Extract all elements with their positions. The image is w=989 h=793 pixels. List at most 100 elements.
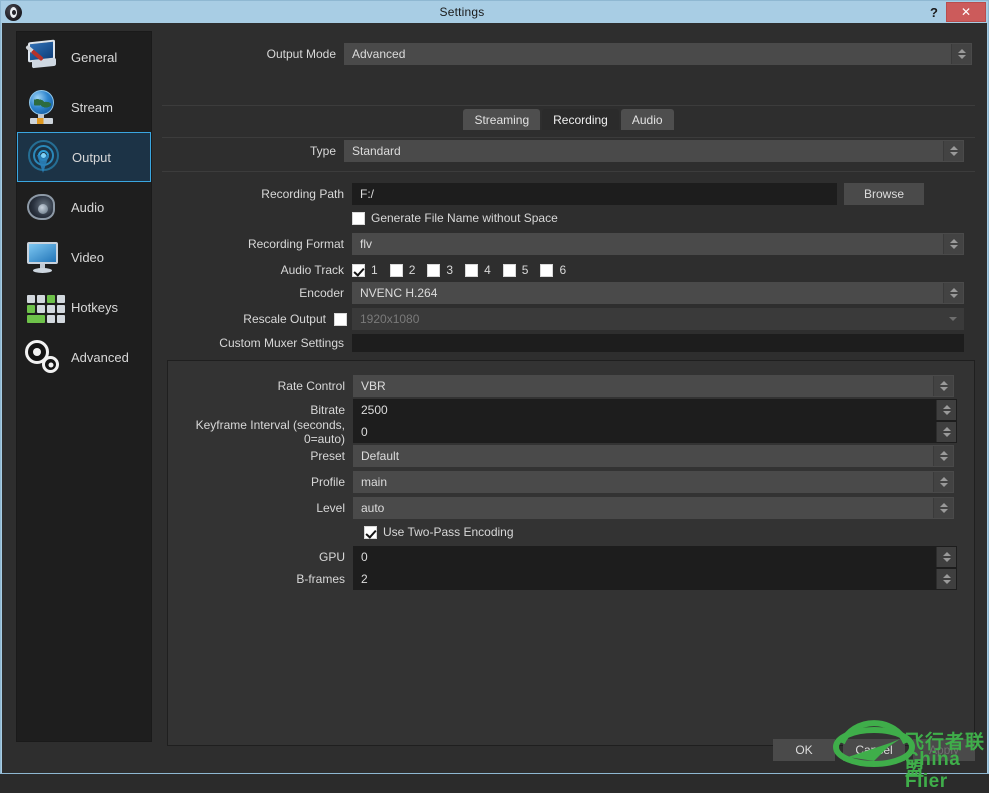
ok-button[interactable]: OK [773, 739, 835, 761]
apply-button: Apply [913, 739, 975, 761]
audio-track-3-checkbox[interactable] [427, 264, 440, 277]
divider [162, 171, 975, 172]
tab-streaming[interactable]: Streaming [463, 109, 540, 130]
profile-value: main [354, 475, 387, 489]
recording-path-input[interactable]: F:/ [352, 183, 837, 205]
spinner-arrows-icon[interactable] [933, 472, 953, 492]
gpu-input[interactable]: 0 [353, 546, 957, 568]
bitrate-input[interactable]: 2500 [353, 399, 957, 421]
rate-control-value: VBR [354, 379, 386, 393]
sidebar-item-label: Video [71, 250, 104, 265]
output-tabs: Streaming Recording Audio [162, 109, 975, 130]
audio-track-3-label: 3 [446, 263, 453, 277]
close-button[interactable]: ✕ [946, 2, 986, 22]
level-value: auto [354, 501, 384, 515]
keyframe-interval-input[interactable]: 0 [353, 421, 957, 443]
help-button[interactable]: ? [922, 2, 946, 22]
custom-muxer-input[interactable] [352, 334, 964, 352]
spinner-arrows-icon[interactable] [951, 44, 971, 64]
bitrate-value: 2500 [354, 403, 388, 417]
settings-window: Settings ? ✕ General Stream [0, 0, 989, 774]
rescale-resolution-select: 1920x1080 [352, 308, 964, 330]
sidebar-item-audio[interactable]: Audio [17, 182, 151, 232]
sidebar-item-label: General [71, 50, 117, 65]
spinner-arrows-icon[interactable] [933, 498, 953, 518]
type-label: Type [162, 144, 344, 158]
spinner-arrows-icon[interactable] [943, 234, 963, 254]
rescale-output-checkbox[interactable] [334, 313, 347, 326]
bframes-value: 2 [354, 572, 368, 586]
generate-no-space-checkbox[interactable] [352, 212, 365, 225]
sidebar-item-video[interactable]: Video [17, 232, 151, 282]
audio-track-6-label: 6 [559, 263, 566, 277]
recording-format-select[interactable]: flv [352, 233, 964, 255]
audio-track-1-checkbox[interactable] [352, 264, 365, 277]
sidebar-item-general[interactable]: General [17, 32, 151, 82]
sidebar-item-advanced[interactable]: Advanced [17, 332, 151, 382]
output-settings-panel: Output Mode Advanced Streaming Recording… [162, 31, 979, 742]
audio-track-1-label: 1 [371, 263, 378, 277]
keyframe-interval-label: Keyframe Interval (seconds, 0=auto) [168, 418, 353, 446]
recording-path-value: F:/ [353, 187, 374, 201]
cancel-button[interactable]: Cancel [843, 739, 905, 761]
encoder-label: Encoder [162, 286, 352, 300]
preset-select[interactable]: Default [353, 445, 954, 467]
generate-no-space-label: Generate File Name without Space [371, 211, 558, 225]
profile-label: Profile [168, 475, 353, 489]
tab-label: Recording [553, 113, 608, 127]
browse-button[interactable]: Browse [844, 183, 924, 205]
encoder-settings-group: Rate Control VBR Bitrate 2500 Keyframe I… [167, 360, 975, 746]
chevron-down-icon [943, 309, 963, 329]
recording-format-value: flv [353, 237, 372, 251]
tab-label: Audio [632, 113, 663, 127]
audio-track-4-label: 4 [484, 263, 491, 277]
type-value: Standard [345, 144, 401, 158]
spinner-arrows-icon[interactable] [936, 422, 956, 442]
preset-label: Preset [168, 449, 353, 463]
spinner-arrows-icon[interactable] [936, 569, 956, 589]
signal-waves-icon [24, 137, 64, 177]
rate-control-select[interactable]: VBR [353, 375, 954, 397]
level-label: Level [168, 501, 353, 515]
type-select[interactable]: Standard [344, 140, 964, 162]
obs-logo-icon [5, 4, 22, 21]
audio-track-5-checkbox[interactable] [503, 264, 516, 277]
level-select[interactable]: auto [353, 497, 954, 519]
sidebar-item-label: Stream [71, 100, 113, 115]
output-mode-select[interactable]: Advanced [344, 43, 972, 65]
globe-broadcast-icon [23, 87, 63, 127]
audio-track-4-checkbox[interactable] [465, 264, 478, 277]
audio-track-5-label: 5 [522, 263, 529, 277]
rate-control-label: Rate Control [168, 379, 353, 393]
audio-track-6-checkbox[interactable] [540, 264, 553, 277]
audio-track-2-checkbox[interactable] [390, 264, 403, 277]
sidebar-item-output[interactable]: Output [17, 132, 151, 182]
sidebar-item-label: Hotkeys [71, 300, 118, 315]
bitrate-label: Bitrate [168, 403, 353, 417]
sidebar-item-stream[interactable]: Stream [17, 82, 151, 132]
speaker-icon [23, 187, 63, 227]
divider [162, 105, 975, 106]
spinner-arrows-icon[interactable] [933, 446, 953, 466]
spinner-arrows-icon[interactable] [943, 283, 963, 303]
sidebar-item-hotkeys[interactable]: Hotkeys [17, 282, 151, 332]
encoder-value: NVENC H.264 [353, 286, 437, 300]
tab-audio[interactable]: Audio [621, 109, 674, 130]
spinner-arrows-icon[interactable] [933, 376, 953, 396]
two-pass-checkbox[interactable] [364, 526, 377, 539]
spinner-arrows-icon[interactable] [936, 547, 956, 567]
title-bar: Settings ? ✕ [1, 1, 988, 23]
bframes-input[interactable]: 2 [353, 568, 957, 590]
custom-muxer-label: Custom Muxer Settings [162, 336, 352, 350]
settings-nav-list: General Stream Output Audio [16, 31, 152, 742]
monitor-screwdriver-icon [23, 37, 63, 77]
tab-recording[interactable]: Recording [542, 109, 619, 130]
profile-select[interactable]: main [353, 471, 954, 493]
spinner-arrows-icon[interactable] [943, 141, 963, 161]
encoder-select[interactable]: NVENC H.264 [352, 282, 964, 304]
divider [162, 137, 975, 138]
spinner-arrows-icon[interactable] [936, 400, 956, 420]
display-monitor-icon [23, 237, 63, 277]
dialog-body: General Stream Output Audio [2, 23, 987, 773]
output-mode-value: Advanced [345, 47, 405, 61]
